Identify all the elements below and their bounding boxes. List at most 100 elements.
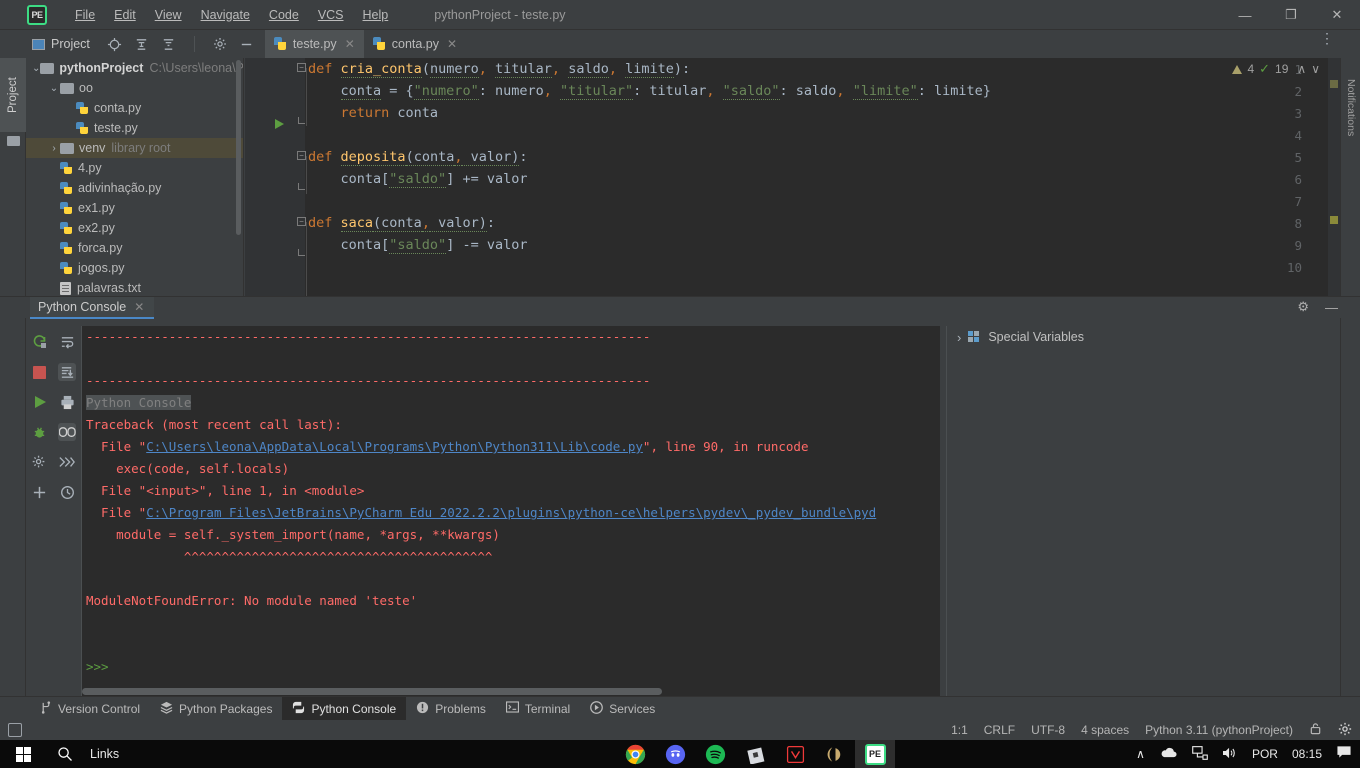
windows-start-icon[interactable] <box>0 746 46 762</box>
expand-all-icon[interactable] <box>134 36 150 52</box>
language-indicator[interactable]: POR <box>1252 747 1278 761</box>
roblox-icon[interactable] <box>735 740 775 768</box>
volume-icon[interactable] <box>1222 746 1238 763</box>
project-tree[interactable]: ⌄ pythonProject C:\Users\leona\Py ⌄ oo conta.… <box>26 58 244 296</box>
close-button[interactable]: ✕ <box>1314 0 1360 30</box>
next-problem-icon[interactable]: ∨ <box>1311 62 1320 76</box>
tab-python-console[interactable]: Python Console ✕ <box>30 297 155 319</box>
tree-item-ex2-py[interactable]: ex2.py <box>26 218 243 238</box>
settings-icon[interactable] <box>31 453 49 471</box>
gear-icon[interactable] <box>1338 722 1352 739</box>
maximize-button[interactable]: ❐ <box>1268 0 1314 30</box>
history-icon[interactable] <box>58 483 76 501</box>
run-gutter-icon[interactable] <box>275 119 284 129</box>
toggle-toolwindows-icon[interactable] <box>8 723 22 737</box>
tree-item-palavras-txt[interactable]: palavras.txt <box>26 278 243 296</box>
gear-icon[interactable] <box>212 36 228 52</box>
chevron-icon[interactable]: ⌄ <box>48 83 60 94</box>
bottom-button-terminal[interactable]: Terminal <box>496 697 580 721</box>
bottom-button-version-control[interactable]: Version Control <box>30 697 150 721</box>
lock-icon[interactable] <box>1309 722 1322 738</box>
bottom-button-services[interactable]: Services <box>580 697 665 721</box>
chevron-right-icon[interactable]: › <box>957 330 961 345</box>
menu-help[interactable]: Help <box>355 5 397 25</box>
tree-item-oo[interactable]: ⌄ oo <box>26 78 243 98</box>
gear-icon[interactable]: ⚙ <box>1297 299 1309 315</box>
scroll-to-end-icon[interactable] <box>58 363 77 381</box>
tab-conta-py[interactable]: conta.py ✕ <box>364 30 466 58</box>
special-variables-row[interactable]: › Special Variables <box>947 326 1340 348</box>
console-horizontal-scrollbar[interactable] <box>82 688 662 695</box>
debug-icon[interactable] <box>31 423 49 441</box>
clock[interactable]: 08:15 <box>1292 747 1322 761</box>
python-interpreter[interactable]: Python 3.11 (pythonProject) <box>1145 723 1293 737</box>
collapse-all-icon[interactable] <box>161 36 177 52</box>
tray-chevron-up-icon[interactable]: ∧ <box>1136 747 1145 761</box>
show-variables-icon[interactable] <box>58 423 77 441</box>
file-encoding[interactable]: UTF-8 <box>1031 723 1065 737</box>
tree-item-ex1-py[interactable]: ex1.py <box>26 198 243 218</box>
stop-icon[interactable] <box>31 363 49 381</box>
tab-python-console-close-icon[interactable]: ✕ <box>134 300 144 314</box>
console-file-link[interactable]: C:\Program Files\JetBrains\PyCharm Edu 2… <box>146 505 876 520</box>
tree-item-venv[interactable]: › venv library root <box>26 138 243 158</box>
add-icon[interactable] <box>31 483 49 501</box>
chrome-icon[interactable] <box>615 740 655 768</box>
spotify-icon[interactable] <box>695 740 735 768</box>
tree-scrollbar[interactable] <box>236 60 241 235</box>
code-text-area[interactable]: def cria_conta(numero, titular, saldo, l… <box>305 58 1340 296</box>
search-icon[interactable] <box>46 746 84 762</box>
tree-item-4-py[interactable]: 4.py <box>26 158 243 178</box>
console-prompt[interactable]: >>> <box>86 659 109 674</box>
code-editor[interactable]: 1 2 3 4 5 6 7 8 9 10 − − − def cria_conta(numero,… <box>245 58 1340 296</box>
chevron-icon[interactable]: › <box>48 143 60 154</box>
tree-item-adivinha-o-py[interactable]: adivinhação.py <box>26 178 243 198</box>
execute-icon[interactable] <box>31 393 49 411</box>
pycharm-edu-icon[interactable]: PE <box>855 740 895 768</box>
marker-strip[interactable] <box>1328 58 1340 296</box>
console-output[interactable]: ----------------------------------------… <box>82 326 940 696</box>
fast-forward-icon[interactable] <box>58 453 76 471</box>
league-of-legends-icon[interactable] <box>815 740 855 768</box>
menu-view[interactable]: View <box>147 5 190 25</box>
sidebar-item-notifications[interactable]: Notifications <box>1341 60 1360 156</box>
tree-item-pythonproject[interactable]: ⌄ pythonProject C:\Users\leona\Py <box>26 58 243 78</box>
tab-conta-py-close-icon[interactable]: ✕ <box>447 37 457 51</box>
indent-setting[interactable]: 4 spaces <box>1081 723 1129 737</box>
discord-icon[interactable] <box>655 740 695 768</box>
notification-icon[interactable] <box>1336 745 1352 763</box>
tab-teste-py-close-icon[interactable]: ✕ <box>345 37 355 51</box>
bottom-button-problems[interactable]: Problems <box>406 697 496 721</box>
marker-box[interactable] <box>1330 216 1338 224</box>
hide-toolwindow-icon[interactable] <box>239 36 255 52</box>
editor-options-kebab-icon[interactable]: ⋮ <box>1320 31 1334 45</box>
folder-icon[interactable] <box>7 136 20 146</box>
menu-navigate[interactable]: Navigate <box>193 5 258 25</box>
prev-problem-icon[interactable]: ∧ <box>1297 62 1306 76</box>
menu-code[interactable]: Code <box>261 5 307 25</box>
line-separator[interactable]: CRLF <box>984 723 1015 737</box>
onedrive-icon[interactable] <box>1159 746 1178 762</box>
tree-item-teste-py[interactable]: teste.py <box>26 118 243 138</box>
sidebar-item-project[interactable]: Project <box>0 58 26 132</box>
chevron-icon[interactable]: ⌄ <box>32 63 40 74</box>
menu-file[interactable]: File <box>67 5 103 25</box>
soft-wrap-icon[interactable] <box>58 333 76 351</box>
tree-item-conta-py[interactable]: conta.py <box>26 98 243 118</box>
bottom-button-python-packages[interactable]: Python Packages <box>150 697 282 721</box>
tab-teste-py[interactable]: teste.py ✕ <box>264 30 364 58</box>
minimize-console-icon[interactable]: — <box>1325 300 1338 315</box>
minimize-button[interactable]: — <box>1222 0 1268 30</box>
network-icon[interactable] <box>1192 745 1208 763</box>
locate-icon[interactable] <box>107 36 123 52</box>
vivaldi-icon[interactable] <box>775 740 815 768</box>
project-toolwindow-button[interactable]: Project <box>32 37 90 51</box>
print-icon[interactable] <box>58 393 76 411</box>
tree-item-jogos-py[interactable]: jogos.py <box>26 258 243 278</box>
special-variables-panel[interactable]: › Special Variables <box>946 326 1340 696</box>
menu-vcs[interactable]: VCS <box>310 5 352 25</box>
marker-box[interactable] <box>1330 80 1338 88</box>
editor-gutter[interactable] <box>245 58 305 296</box>
bottom-button-python-console[interactable]: Python Console <box>282 696 407 721</box>
console-file-link[interactable]: C:\Users\leona\AppData\Local\Programs\Py… <box>146 439 643 454</box>
